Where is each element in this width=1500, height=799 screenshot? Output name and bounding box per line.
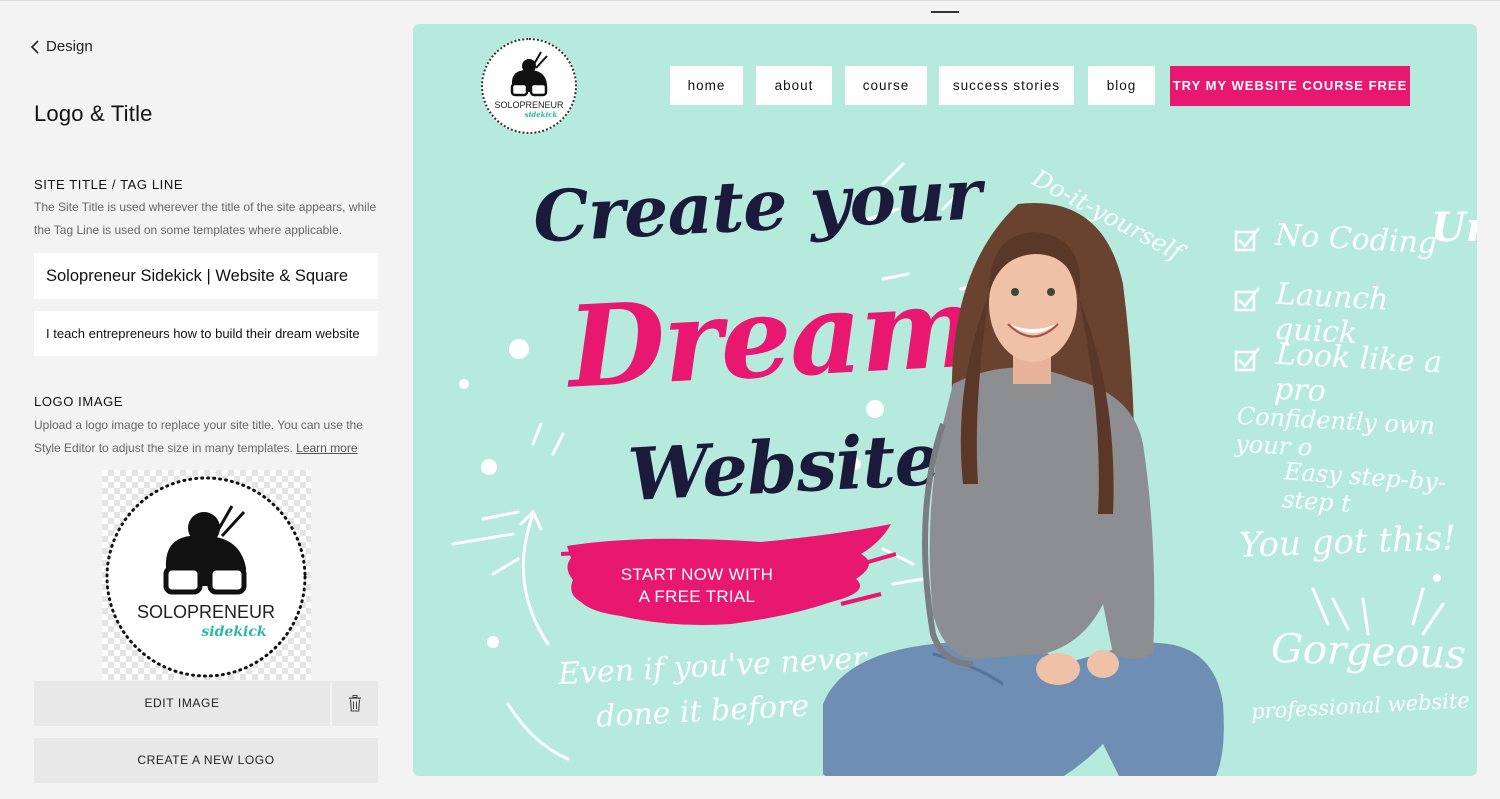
site-title-help: The Site Title is used wherever the titl…	[34, 196, 384, 242]
nav-blog[interactable]: blog	[1088, 66, 1155, 105]
decor-dot	[1433, 574, 1441, 582]
gorgeous-text: Gorgeous	[1270, 625, 1467, 679]
nav-success-stories[interactable]: success stories	[939, 66, 1074, 105]
edge-fragment-text: Un	[1431, 204, 1477, 251]
logo-text-main: SOLOPRENEUR	[137, 602, 275, 622]
logo-image-help: Upload a logo image to replace your site…	[34, 414, 384, 460]
delete-logo-button[interactable]	[332, 681, 378, 726]
site-title-help-line2: the Tag Line is used on some templates w…	[34, 223, 342, 237]
decor-dot	[509, 339, 529, 359]
side-line-3: You got this!	[1238, 518, 1457, 566]
panel-title: Logo & Title	[34, 101, 153, 126]
logo-text-sub: sidekick	[201, 624, 266, 640]
back-link-label: Design	[46, 38, 93, 55]
drag-handle[interactable]	[931, 11, 959, 13]
tagline-input[interactable]: I teach entrepreneurs how to build their…	[34, 311, 378, 356]
nav-home[interactable]: home	[670, 66, 743, 105]
hero-cta-line2: A FREE TRIAL	[638, 587, 756, 606]
hero-cta-line1: START NOW WITH	[620, 565, 774, 584]
site-logo-graphic: SOLOPRENEUR sidekick	[494, 51, 564, 119]
logo-image-section-label: LOGO IMAGE	[34, 394, 124, 409]
logo-graphic: SOLOPRENEUR sidekick	[105, 476, 307, 678]
learn-more-link[interactable]: Learn more	[296, 441, 357, 455]
chevron-left-icon	[30, 39, 39, 54]
site-logo-text-sub: sidekick	[525, 110, 558, 119]
nav-about[interactable]: about	[756, 66, 832, 105]
design-panel: Design Logo & Title SITE TITLE / TAG LIN…	[0, 0, 400, 799]
decor-dot	[481, 459, 497, 475]
logo-help-line2: Style Editor to adjust the size in many …	[34, 437, 384, 460]
site-title-help-line1: The Site Title is used wherever the titl…	[34, 200, 377, 214]
trash-icon	[349, 695, 361, 712]
edit-image-button[interactable]: EDIT IMAGE	[34, 681, 330, 726]
decor-dot	[459, 379, 469, 389]
back-to-design-link[interactable]: Design	[30, 38, 93, 55]
hero-cta-button[interactable]: START NOW WITH A FREE TRIAL	[603, 564, 791, 608]
nav-course[interactable]: course	[845, 66, 927, 105]
person-photo	[823, 203, 1224, 776]
logo-image-preview[interactable]: SOLOPRENEUR sidekick	[102, 470, 311, 680]
create-new-logo-button[interactable]: CREATE A NEW LOGO	[34, 738, 378, 783]
site-title-input[interactable]: Solopreneur Sidekick | Website & Square	[34, 253, 378, 299]
site-logo-text-main: SOLOPRENEUR	[494, 100, 564, 110]
nav-cta-button[interactable]: TRY MY WEBSITE COURSE FREE	[1170, 66, 1410, 106]
site-preview[interactable]: SOLOPRENEUR sidekick home about course s…	[413, 24, 1477, 776]
logo-help-line1: Upload a logo image to replace your site…	[34, 418, 363, 432]
site-title-section-label: SITE TITLE / TAG LINE	[34, 177, 184, 192]
logo-help-line2-text: Style Editor to adjust the size in many …	[34, 441, 293, 455]
site-logo[interactable]: SOLOPRENEUR sidekick	[481, 38, 577, 134]
decor-dot	[487, 636, 499, 648]
